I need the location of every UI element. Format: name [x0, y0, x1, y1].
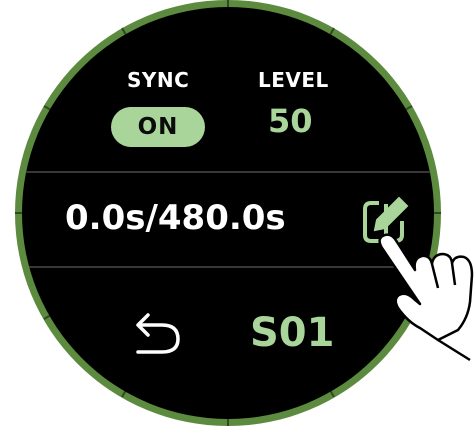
sync-label: SYNC: [127, 68, 190, 92]
sync-value: ON: [137, 114, 179, 140]
playback-time: 0.0s/480.0s: [65, 198, 286, 238]
sync-toggle[interactable]: ON: [111, 107, 205, 147]
scene-value[interactable]: S01: [250, 310, 334, 356]
level-value[interactable]: 50: [268, 102, 313, 140]
device-screen: SYNC LEVEL ON 50 0.0s/480.0s S01: [0, 0, 475, 433]
level-label: LEVEL: [258, 68, 329, 92]
